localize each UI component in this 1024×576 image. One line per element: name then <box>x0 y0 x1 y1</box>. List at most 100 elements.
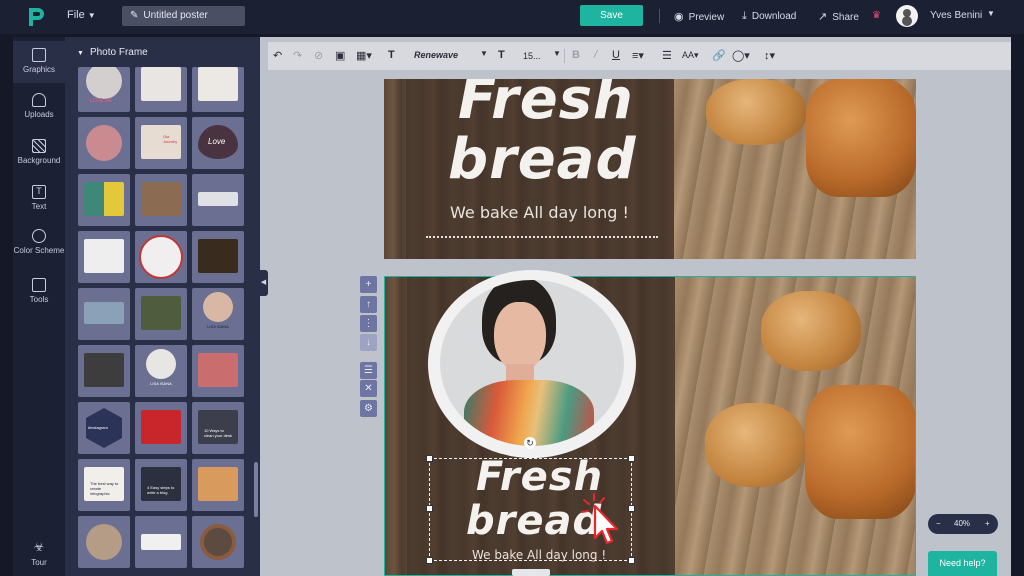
zoom-out-button[interactable]: − <box>936 519 941 528</box>
resize-handle[interactable] <box>628 557 635 564</box>
gear-icon[interactable]: ⚙ <box>360 400 377 417</box>
app-logo-icon[interactable] <box>26 6 46 28</box>
share-button[interactable]: ↗ Share <box>818 10 859 23</box>
preview-button[interactable]: ◉ Preview <box>674 10 724 23</box>
close-icon[interactable]: ✕ <box>360 380 377 397</box>
bring-forward-icon[interactable]: ↑ <box>360 296 377 313</box>
redo-icon[interactable]: ↷ <box>293 49 302 62</box>
frame-thumb[interactable]: LOVE ME <box>78 67 130 112</box>
rail-item-tools[interactable]: Tools <box>13 278 65 308</box>
rail-item-text[interactable]: T Text <box>13 185 65 215</box>
avatar[interactable] <box>896 5 918 27</box>
rail-item-uploads[interactable]: Uploads <box>13 93 65 123</box>
frame-thumb[interactable]: 10 Ways to clean your desk <box>192 402 244 454</box>
divider <box>659 9 660 23</box>
save-button[interactable]: Save <box>580 5 643 26</box>
headline-fresh[interactable]: Fresh <box>458 79 634 132</box>
paint-icon[interactable]: ◯▾ <box>732 49 750 62</box>
letter-case-icon[interactable]: AA▾ <box>682 50 699 61</box>
graphics-panel: ▼ Photo Frame LOVE ME Our Journey Love LI… <box>65 37 260 576</box>
frame-thumb[interactable] <box>135 67 187 112</box>
frame-thumb[interactable] <box>78 516 130 568</box>
frame-thumb[interactable] <box>192 516 244 568</box>
frame-thumb[interactable] <box>78 345 130 397</box>
headline-bread[interactable]: bread <box>448 127 637 192</box>
frame-thumb[interactable] <box>192 174 244 226</box>
italic-icon[interactable]: / <box>594 49 597 61</box>
frame-thumb[interactable] <box>78 174 130 226</box>
file-menu[interactable]: File ▼ <box>67 9 96 21</box>
resize-handle[interactable] <box>426 557 433 564</box>
layer-icon[interactable]: ⋮ <box>360 315 377 332</box>
frame-thumb[interactable] <box>192 231 244 283</box>
admin-icon[interactable]: ♛ <box>872 10 881 21</box>
thumb-text: The best way to create infographic <box>90 481 119 496</box>
no-entry-icon[interactable]: ⊘ <box>314 49 323 62</box>
frame-thumb[interactable] <box>135 288 187 340</box>
frame-thumb[interactable] <box>135 516 187 568</box>
align-icon[interactable]: ≡▾ <box>632 49 644 62</box>
frame-thumb[interactable]: #instagram <box>78 402 130 454</box>
font-size-select[interactable]: 15... <box>523 51 541 61</box>
chevron-down-icon[interactable]: ▼ <box>480 49 488 58</box>
frame-thumb[interactable]: LISA ISANA <box>192 288 244 340</box>
text-format-icon[interactable]: T <box>388 49 395 61</box>
resize-handle[interactable] <box>628 455 635 462</box>
rotate-handle-icon[interactable]: ↻ <box>524 437 536 449</box>
rail-item-background[interactable]: Background <box>13 139 65 169</box>
panel-section-header[interactable]: ▼ Photo Frame <box>77 47 148 58</box>
frame-thumb[interactable]: Our Journey <box>135 117 187 169</box>
frame-thumb[interactable] <box>78 231 130 283</box>
text-icon: T <box>32 185 46 199</box>
frame-thumb[interactable] <box>135 231 187 283</box>
bread-loaf <box>806 79 916 197</box>
canvas-page-1[interactable]: Fresh bread We bake All day long ! <box>384 79 916 259</box>
zoom-in-button[interactable]: + <box>985 519 990 528</box>
need-help-button[interactable]: Need help? <box>928 551 997 576</box>
lock-icon[interactable]: ▣ <box>335 49 345 62</box>
username[interactable]: Yves Benini <box>930 10 982 21</box>
font-family-select[interactable]: Renewave <box>414 50 458 60</box>
download-button[interactable]: ⤓ Download <box>742 10 796 23</box>
resize-handle[interactable] <box>628 505 635 512</box>
layers-icon[interactable]: ☰ <box>360 362 377 379</box>
rail-item-label: Background <box>17 156 61 165</box>
frame-thumb[interactable]: Love <box>192 117 244 169</box>
frame-thumb[interactable] <box>192 67 244 112</box>
list-icon[interactable]: ☰ <box>662 49 672 62</box>
frame-thumb[interactable]: 4 Easy steps to write a blog <box>135 459 187 511</box>
bold-icon[interactable]: B <box>572 49 580 61</box>
frame-thumb[interactable] <box>192 459 244 511</box>
underline-icon[interactable]: U <box>612 49 620 61</box>
rail-item-tour[interactable]: ☣ Tour <box>13 541 65 571</box>
frame-thumb[interactable]: LISA ISANA <box>135 345 187 397</box>
canvas-scroll-handle[interactable] <box>512 569 550 576</box>
chevron-down-icon[interactable]: ▼ <box>553 49 561 58</box>
collapse-panel-toggle[interactable]: ◀ <box>259 270 268 296</box>
frame-thumb[interactable] <box>192 345 244 397</box>
poster-title-input[interactable]: ✎ Untitled poster <box>122 6 245 26</box>
add-icon[interactable]: + <box>360 276 377 293</box>
frame-thumb[interactable] <box>78 117 130 169</box>
thumb-text: 4 Easy steps to write a blog <box>147 485 175 495</box>
frame-thumb[interactable] <box>135 402 187 454</box>
frame-thumb[interactable]: The best way to create infographic <box>78 459 130 511</box>
spacing-icon[interactable]: ↕▾ <box>764 49 775 62</box>
chevron-down-icon: ▼ <box>87 11 96 20</box>
send-back-icon[interactable]: ↓ <box>360 334 377 351</box>
resize-handle[interactable] <box>426 455 433 462</box>
file-menu-label: File <box>67 9 85 21</box>
panel-section-title: Photo Frame <box>89 47 148 58</box>
user-menu-chevron-icon[interactable]: ▼ <box>987 9 995 18</box>
frame-thumb[interactable] <box>78 288 130 340</box>
link-icon[interactable]: 🔗 <box>712 49 726 62</box>
undo-icon[interactable]: ↶ <box>273 49 282 62</box>
portrait-photo[interactable] <box>440 280 624 446</box>
frame-thumb[interactable] <box>135 174 187 226</box>
tagline[interactable]: We bake All day long ! <box>450 203 629 222</box>
resize-handle[interactable] <box>426 505 433 512</box>
panel-scrollbar[interactable] <box>254 462 258 517</box>
rail-item-color-scheme[interactable]: Color Scheme <box>13 229 65 265</box>
rail-item-graphics[interactable]: Graphics <box>13 41 65 83</box>
transparency-icon[interactable]: ▦▾ <box>356 49 372 62</box>
